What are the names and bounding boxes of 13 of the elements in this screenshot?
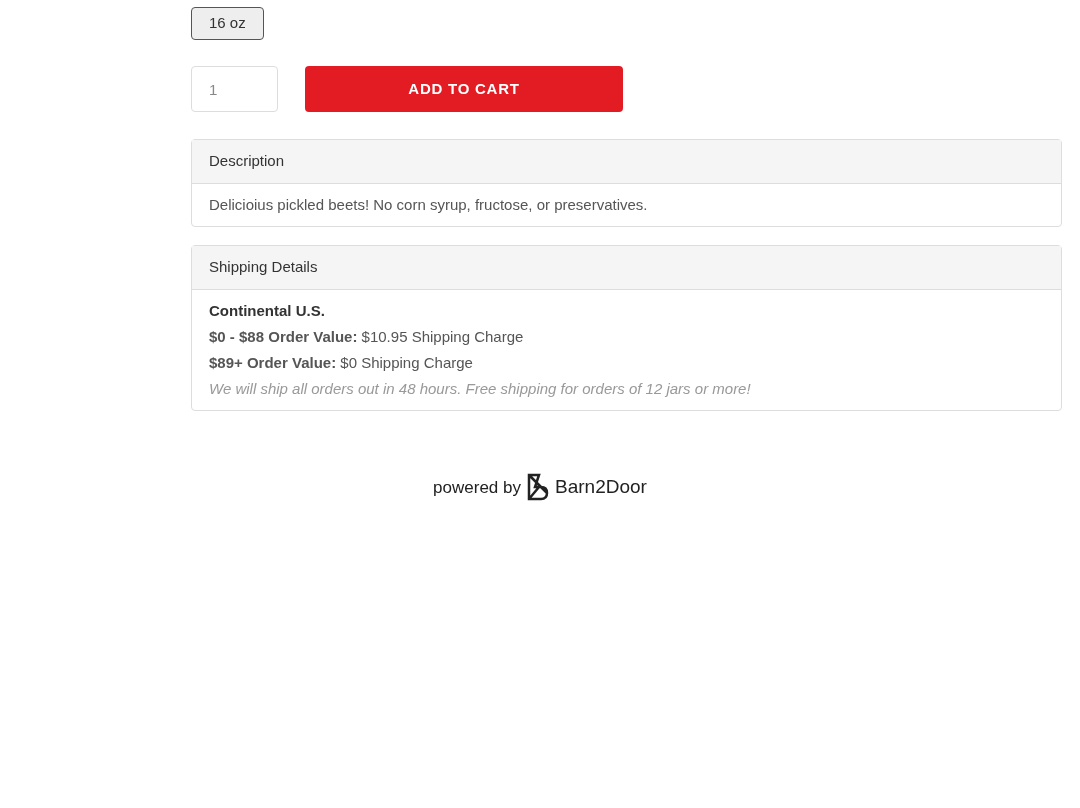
quantity-field[interactable]: 1 [191, 66, 278, 112]
size-option[interactable]: 16 oz [191, 7, 264, 40]
panel-title: Description [209, 151, 285, 172]
panel-text: Continental U.S. [209, 301, 326, 321]
logo-icon [527, 473, 549, 502]
add-to-cart-button[interactable]: ADD TO CART [305, 66, 623, 112]
panel-text: Delicioius pickled beets! No corn syrup, fructose, or preservatives. [209, 195, 649, 215]
panel-title: Shipping Details [209, 257, 318, 278]
panel-text: We will ship all orders out in 48 hours. Free shipping for orders of 12 jars or more! [209, 379, 752, 399]
panel-text: $89+ Order Value: $0 Shipping Charge [209, 353, 474, 373]
powered-by-text: powered by [433, 476, 521, 499]
brand-name: Barn2Door [555, 475, 647, 499]
panel-text: $0 - $88 Order Value: $10.95 Shipping Charge [209, 327, 525, 347]
